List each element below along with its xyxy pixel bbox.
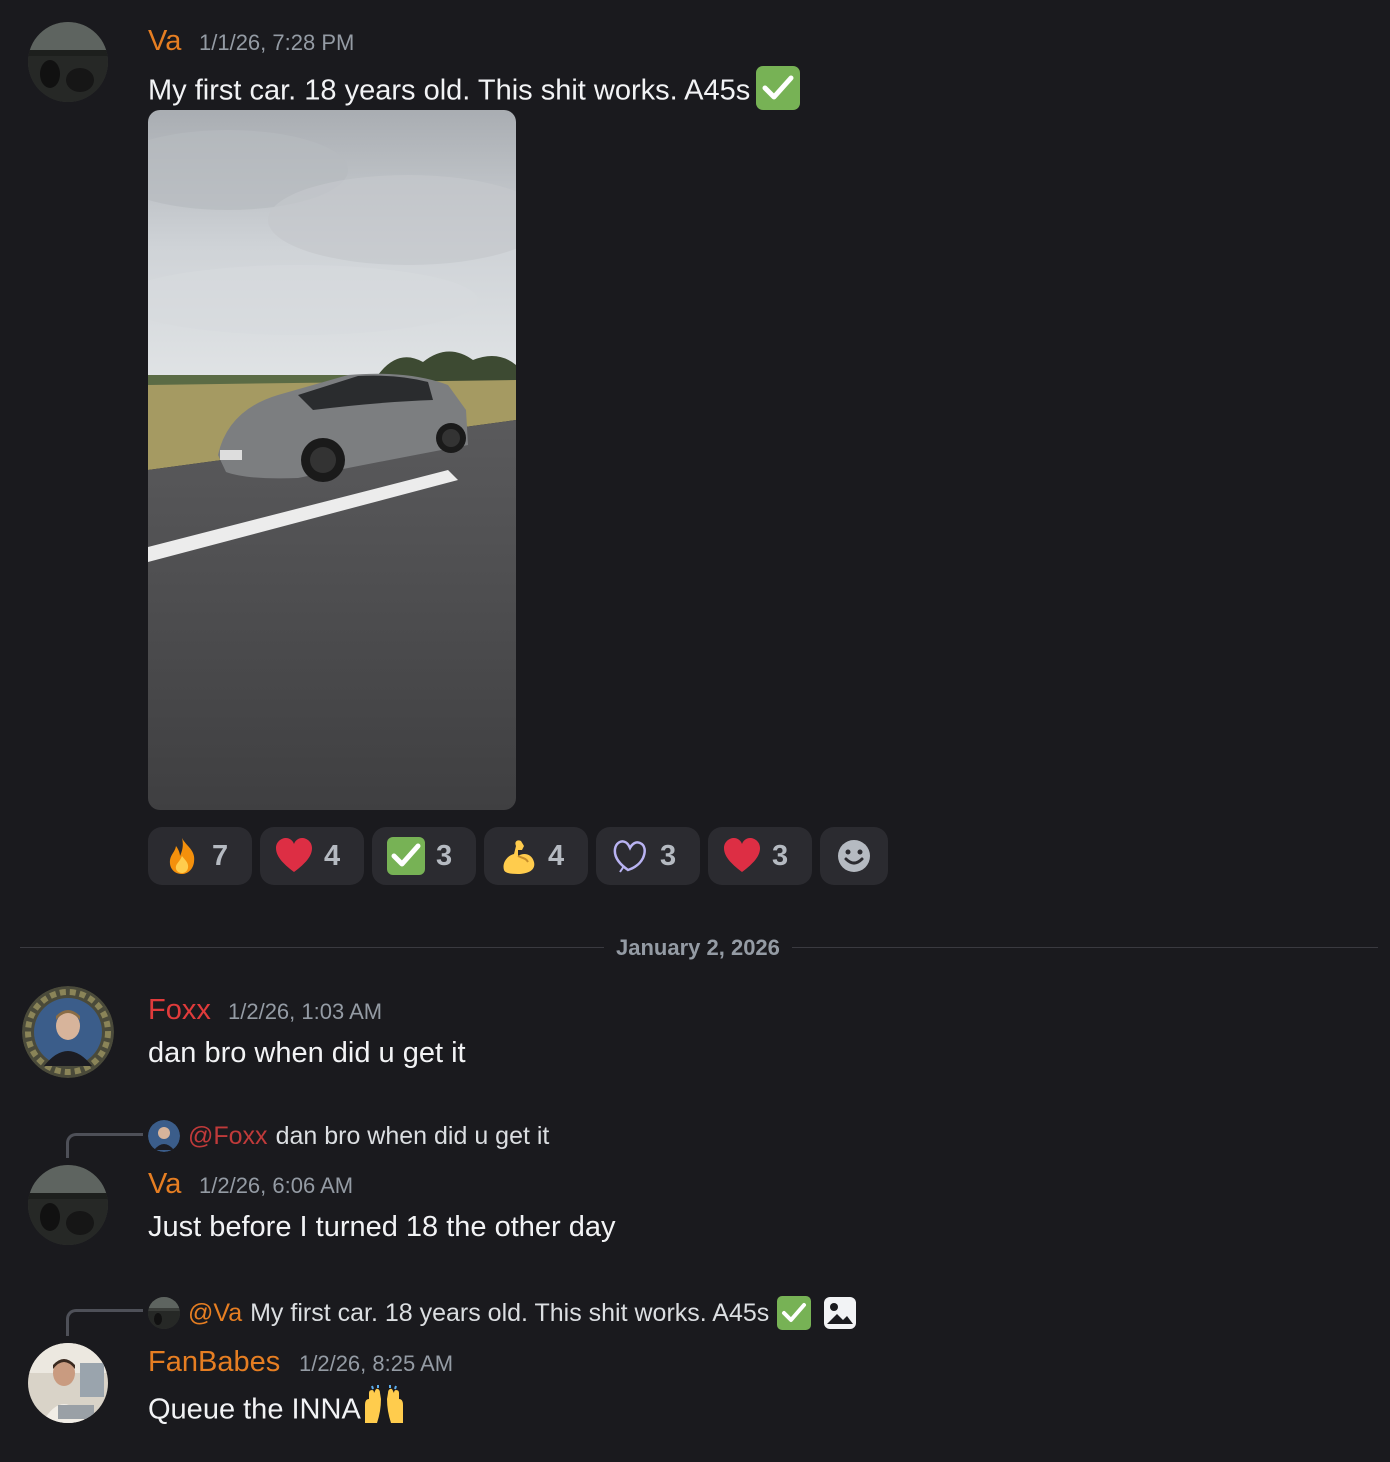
avatar-fanbabes[interactable] — [28, 1343, 108, 1423]
reaction-count: 7 — [212, 839, 229, 872]
reaction-heart[interactable]: 3 — [708, 827, 812, 885]
avatar-va[interactable] — [28, 22, 108, 102]
reaction-count: 4 — [324, 839, 341, 872]
attachment-image[interactable] — [148, 110, 516, 810]
reaction-check[interactable]: 3 — [372, 827, 476, 885]
smiley-icon — [838, 840, 870, 872]
reply-preview[interactable]: @Va My first car. 18 years old. This shi… — [148, 1296, 857, 1330]
message-body: Queue the INNA — [148, 1393, 361, 1426]
message-text: Just before I turned 18 the other day — [148, 1211, 616, 1243]
reaction-count: 3 — [660, 839, 677, 872]
reactions-bar: 7 4 3 4 3 3 — [148, 827, 888, 885]
reply-spine — [66, 1309, 143, 1336]
message-body: My first car. 18 years old. This shit wo… — [148, 74, 751, 107]
message-text: My first car. 18 years old. This shit wo… — [148, 66, 801, 114]
username[interactable]: Foxx — [148, 996, 211, 1025]
message-text: Queue the INNA — [148, 1385, 407, 1431]
username[interactable]: FanBabes — [148, 1348, 280, 1377]
username[interactable]: Va — [148, 27, 181, 56]
check-icon — [387, 837, 425, 875]
add-reaction-button[interactable] — [820, 827, 888, 885]
timestamp: 1/2/26, 1:03 AM — [228, 999, 383, 1024]
reaction-heart-outline[interactable]: 3 — [596, 827, 700, 885]
reply-avatar — [148, 1120, 180, 1152]
reply-mention[interactable]: @Foxx — [188, 1123, 268, 1149]
avatar-va[interactable] — [28, 1165, 108, 1245]
reply-preview[interactable]: @Foxx dan bro when did u get it — [148, 1120, 549, 1152]
heart-outline-icon — [613, 840, 646, 873]
reaction-heart[interactable]: 4 — [260, 827, 364, 885]
reaction-flexed-biceps[interactable]: 4 — [484, 827, 588, 885]
timestamp: 1/2/26, 6:06 AM — [199, 1173, 354, 1198]
timestamp: 1/2/26, 8:25 AM — [299, 1351, 454, 1376]
reaction-count: 3 — [772, 839, 789, 872]
image-attachment-icon — [823, 1296, 857, 1330]
date-divider-label: January 2, 2026 — [604, 935, 792, 961]
message-text: dan bro when did u get it — [148, 1037, 466, 1069]
check-icon — [777, 1296, 812, 1330]
reply-text: My first car. 18 years old. This shit wo… — [250, 1298, 770, 1327]
reply-spine — [66, 1133, 143, 1158]
reaction-count: 4 — [548, 839, 565, 872]
flexed-biceps-icon — [503, 840, 535, 874]
reply-mention[interactable]: @Va — [188, 1300, 242, 1326]
avatar-foxx[interactable] — [22, 986, 114, 1078]
reaction-count: 3 — [436, 839, 453, 872]
reply-text: dan bro when did u get it — [275, 1121, 550, 1150]
heart-icon — [724, 838, 760, 872]
reaction-fire[interactable]: 7 — [148, 827, 252, 885]
username[interactable]: Va — [148, 1170, 181, 1199]
check-icon — [756, 66, 801, 110]
raising-hands-icon — [361, 1385, 407, 1425]
timestamp: 1/1/26, 7:28 PM — [199, 30, 355, 55]
fire-icon — [169, 838, 195, 874]
heart-icon — [276, 838, 312, 872]
reply-avatar — [148, 1297, 180, 1329]
